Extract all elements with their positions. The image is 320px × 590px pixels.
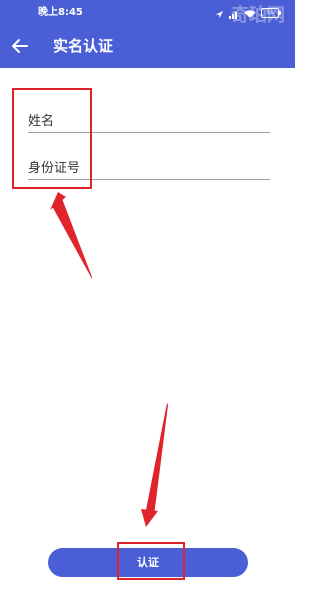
annotation-box-button [117,542,185,580]
real-name-auth-screen: 晚上8:45 51 奇珀网 实名认证 姓名 身份证号 认证 [0,0,295,590]
annotation-arrows [50,192,168,527]
arrow-to-button [145,403,168,516]
arrow-to-fields [52,196,92,279]
arrow-to-button-head [141,509,158,527]
